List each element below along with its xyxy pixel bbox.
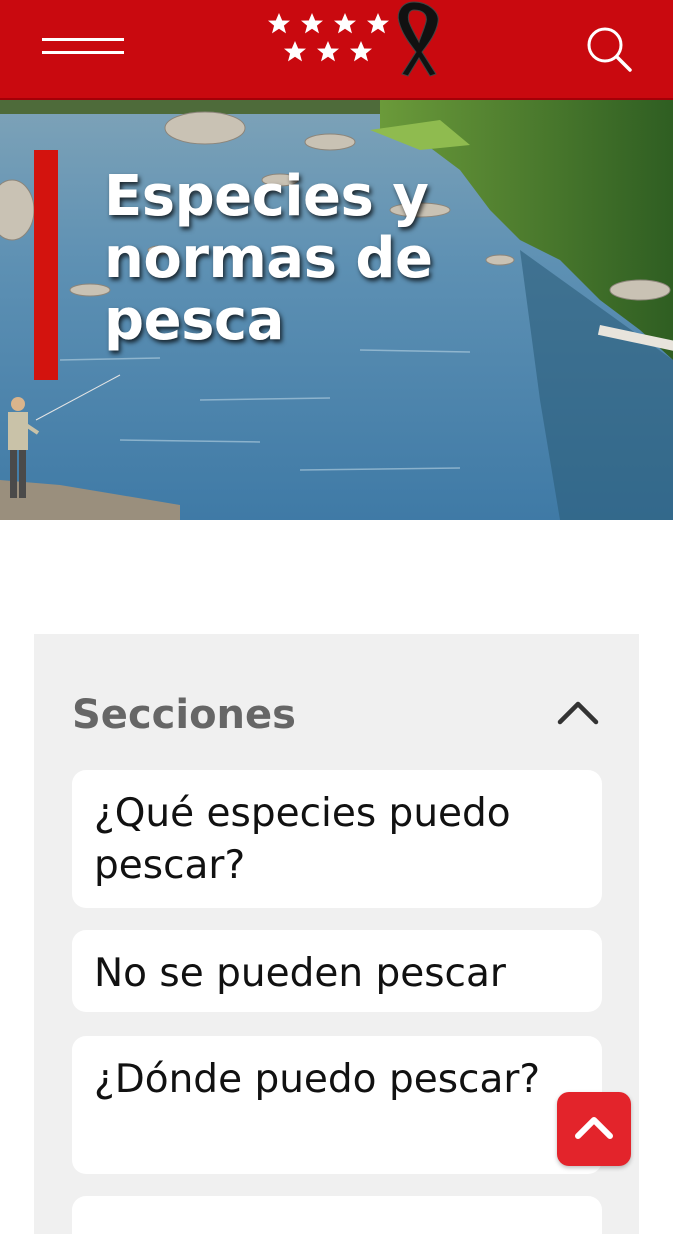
section-link-donde-pescar[interactable]: ¿Dónde puedo pescar? xyxy=(72,1036,602,1174)
mourning-ribbon-icon xyxy=(397,1,439,77)
hero-accent-bar xyxy=(34,150,58,380)
hero-banner: Especies y normas de pesca xyxy=(0,100,673,520)
chevron-up-icon xyxy=(575,1117,613,1139)
section-link-label: No se pueden pescar xyxy=(94,951,506,996)
site-header xyxy=(0,0,673,100)
section-link-label: ¿Qué especies puedo pescar? xyxy=(94,791,511,888)
section-link-especies[interactable]: ¿Qué especies puedo pescar? xyxy=(72,770,602,908)
search-icon[interactable] xyxy=(584,24,634,74)
site-logo[interactable] xyxy=(262,0,442,82)
hamburger-menu-icon[interactable] xyxy=(42,38,124,60)
chevron-up-icon[interactable] xyxy=(556,698,600,726)
sections-panel: Secciones ¿Qué especies puedo pescar? No… xyxy=(34,634,639,1256)
section-link-no-pescar[interactable]: No se pueden pescar xyxy=(72,930,602,1012)
section-link-label: ¿Dónde puedo pescar? xyxy=(94,1057,541,1102)
stars-logo-icon xyxy=(268,1,439,77)
back-to-top-button[interactable] xyxy=(557,1092,631,1166)
sections-title: Secciones xyxy=(72,692,296,738)
section-link-next[interactable] xyxy=(72,1196,602,1256)
page-title: Especies y normas de pesca xyxy=(104,164,433,353)
